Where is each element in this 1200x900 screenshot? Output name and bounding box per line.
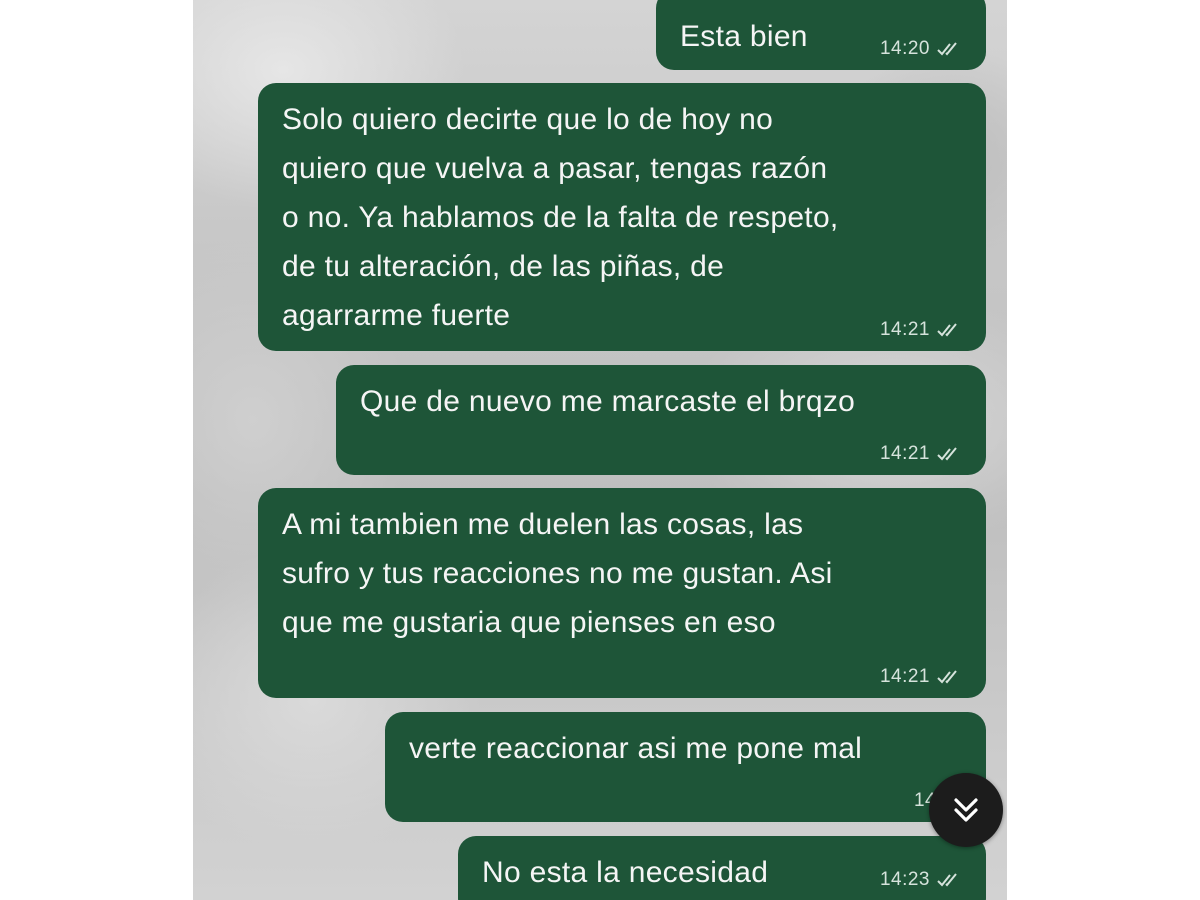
double-check-icon <box>937 670 957 684</box>
message-meta: 14:21 <box>880 319 964 341</box>
message-text: verte reaccionar asi me pone mal <box>409 732 863 765</box>
chat-conversation[interactable]: Esta bien 14:20 Solo quiero decirte que … <box>193 0 1007 900</box>
double-chevron-down-icon <box>954 798 978 822</box>
screenshot-page: Esta bien 14:20 Solo quiero decirte que … <box>0 0 1200 900</box>
message-bubble-outgoing[interactable]: No esta la necesidad 14:23 <box>458 836 986 900</box>
message-time: 14:21 <box>879 319 930 340</box>
message-time: 14:21 <box>879 443 930 464</box>
message-bubble-outgoing[interactable]: Solo quiero decirte que lo de hoy no qui… <box>258 83 986 351</box>
message-time: 14:20 <box>879 38 930 59</box>
message-text: A mi tambien me duelen las cosas, las su… <box>282 508 833 639</box>
message-meta: 14:21 <box>880 443 964 465</box>
message-text: Que de nuevo me marcaste el brqzo <box>360 385 856 418</box>
message-meta: 14:20 <box>880 38 964 60</box>
message-text: Solo quiero decirte que lo de hoy no qui… <box>282 103 839 332</box>
double-check-icon <box>937 323 957 337</box>
double-check-icon <box>937 42 957 56</box>
double-check-icon <box>937 873 957 887</box>
message-time: 14:23 <box>879 869 930 890</box>
scroll-to-bottom-button[interactable] <box>929 773 1003 847</box>
message-meta: 14:21 <box>880 666 964 688</box>
message-bubble-outgoing[interactable]: A mi tambien me duelen las cosas, las su… <box>258 488 986 698</box>
message-bubble-outgoing[interactable]: verte reaccionar asi me pone mal 14:23 <box>385 712 986 822</box>
message-bubble-outgoing[interactable]: Que de nuevo me marcaste el brqzo 14:21 <box>336 365 986 475</box>
double-check-icon <box>937 447 957 461</box>
message-bubble-outgoing[interactable]: Esta bien 14:20 <box>656 0 986 70</box>
message-time: 14:21 <box>879 666 930 687</box>
message-meta: 14:23 <box>880 869 964 891</box>
